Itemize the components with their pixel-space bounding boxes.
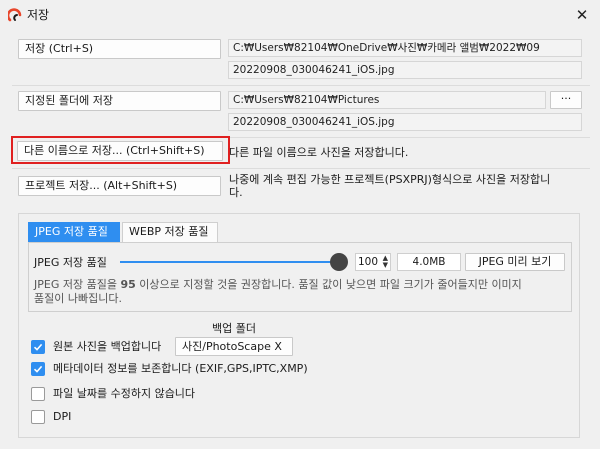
- close-icon: ✕: [575, 6, 589, 24]
- save-to-folder-button[interactable]: 지정된 폴더에 저장: [18, 91, 221, 111]
- quality-slider-handle[interactable]: [330, 253, 348, 271]
- quality-value: 100: [358, 256, 379, 268]
- save-as-button[interactable]: 다른 이름으로 저장... (Ctrl+Shift+S): [17, 141, 223, 161]
- title-bar: [0, 0, 600, 30]
- tab-webp-quality[interactable]: WEBP 저장 품질: [122, 222, 218, 242]
- dpi-label: DPI: [53, 410, 72, 423]
- app-logo-icon: [8, 8, 22, 22]
- quality-slider-track[interactable]: [120, 261, 340, 263]
- close-button[interactable]: ✕: [570, 4, 594, 26]
- hint-text: 이상으로 지정할 것을 권장합니다. 품질 값이 낮으면 파일 크기가 줄어들지…: [135, 278, 522, 291]
- jpeg-preview-button[interactable]: JPEG 미리 보기: [465, 253, 565, 271]
- hint-recommended-value: 95: [120, 278, 136, 291]
- preserve-metadata-checkbox[interactable]: [31, 362, 45, 376]
- divider: [12, 85, 590, 86]
- backup-original-checkbox[interactable]: [31, 340, 45, 354]
- backup-folder-button[interactable]: 사진/PhotoScape X: [175, 337, 293, 356]
- quality-value-spinner[interactable]: 100 ▲ ▼: [355, 253, 391, 271]
- save-path-field: C:₩Users₩82104₩OneDrive₩사진₩카메라 앨범₩2022₩0…: [228, 39, 582, 57]
- save-project-button[interactable]: 프로젝트 저장... (Alt+Shift+S): [18, 176, 221, 196]
- dpi-checkbox[interactable]: [31, 410, 45, 424]
- save-project-description-line2: 다.: [229, 186, 243, 199]
- preserve-metadata-label: 메타데이터 정보를 보존합니다 (EXIF,GPS,IPTC,XMP): [53, 362, 308, 375]
- quality-hint-line1: JPEG 저장 품질을 95 이상으로 지정할 것을 권장합니다. 품질 값이 …: [34, 278, 522, 291]
- hint-text: JPEG 저장 품질을: [34, 278, 121, 291]
- folder-filename-field: 20220908_030046241_iOS.jpg: [228, 113, 582, 131]
- window-title: 저장: [27, 8, 50, 22]
- save-project-description-line1: 나중에 계속 편집 가능한 프로젝트(PSXPRJ)형식으로 사진을 저장합니: [229, 173, 551, 186]
- checkmark-icon: [33, 343, 43, 351]
- save-as-description: 다른 파일 이름으로 사진을 저장합니다.: [229, 146, 409, 159]
- file-size-display: 4.0MB: [397, 253, 461, 271]
- checkmark-icon: [33, 365, 43, 373]
- spinner-arrows-icon[interactable]: ▲ ▼: [383, 255, 388, 269]
- tab-jpeg-quality[interactable]: JPEG 저장 품질: [28, 222, 120, 242]
- quality-hint-line2: 품질이 나빠집니다.: [34, 292, 122, 305]
- jpeg-quality-label: JPEG 저장 품질: [34, 256, 107, 269]
- backup-folder-header: 백업 폴더: [212, 322, 256, 335]
- divider: [12, 168, 590, 169]
- folder-path-field: C:₩Users₩82104₩Pictures: [228, 91, 546, 109]
- save-filename-field: 20220908_030046241_iOS.jpg: [228, 61, 582, 79]
- backup-original-label: 원본 사진을 백업합니다: [53, 340, 162, 353]
- keep-file-date-label: 파일 날짜를 수정하지 않습니다: [53, 387, 196, 400]
- save-button[interactable]: 저장 (Ctrl+S): [18, 39, 221, 59]
- browse-folder-button[interactable]: ···: [550, 91, 582, 109]
- keep-file-date-checkbox[interactable]: [31, 387, 45, 401]
